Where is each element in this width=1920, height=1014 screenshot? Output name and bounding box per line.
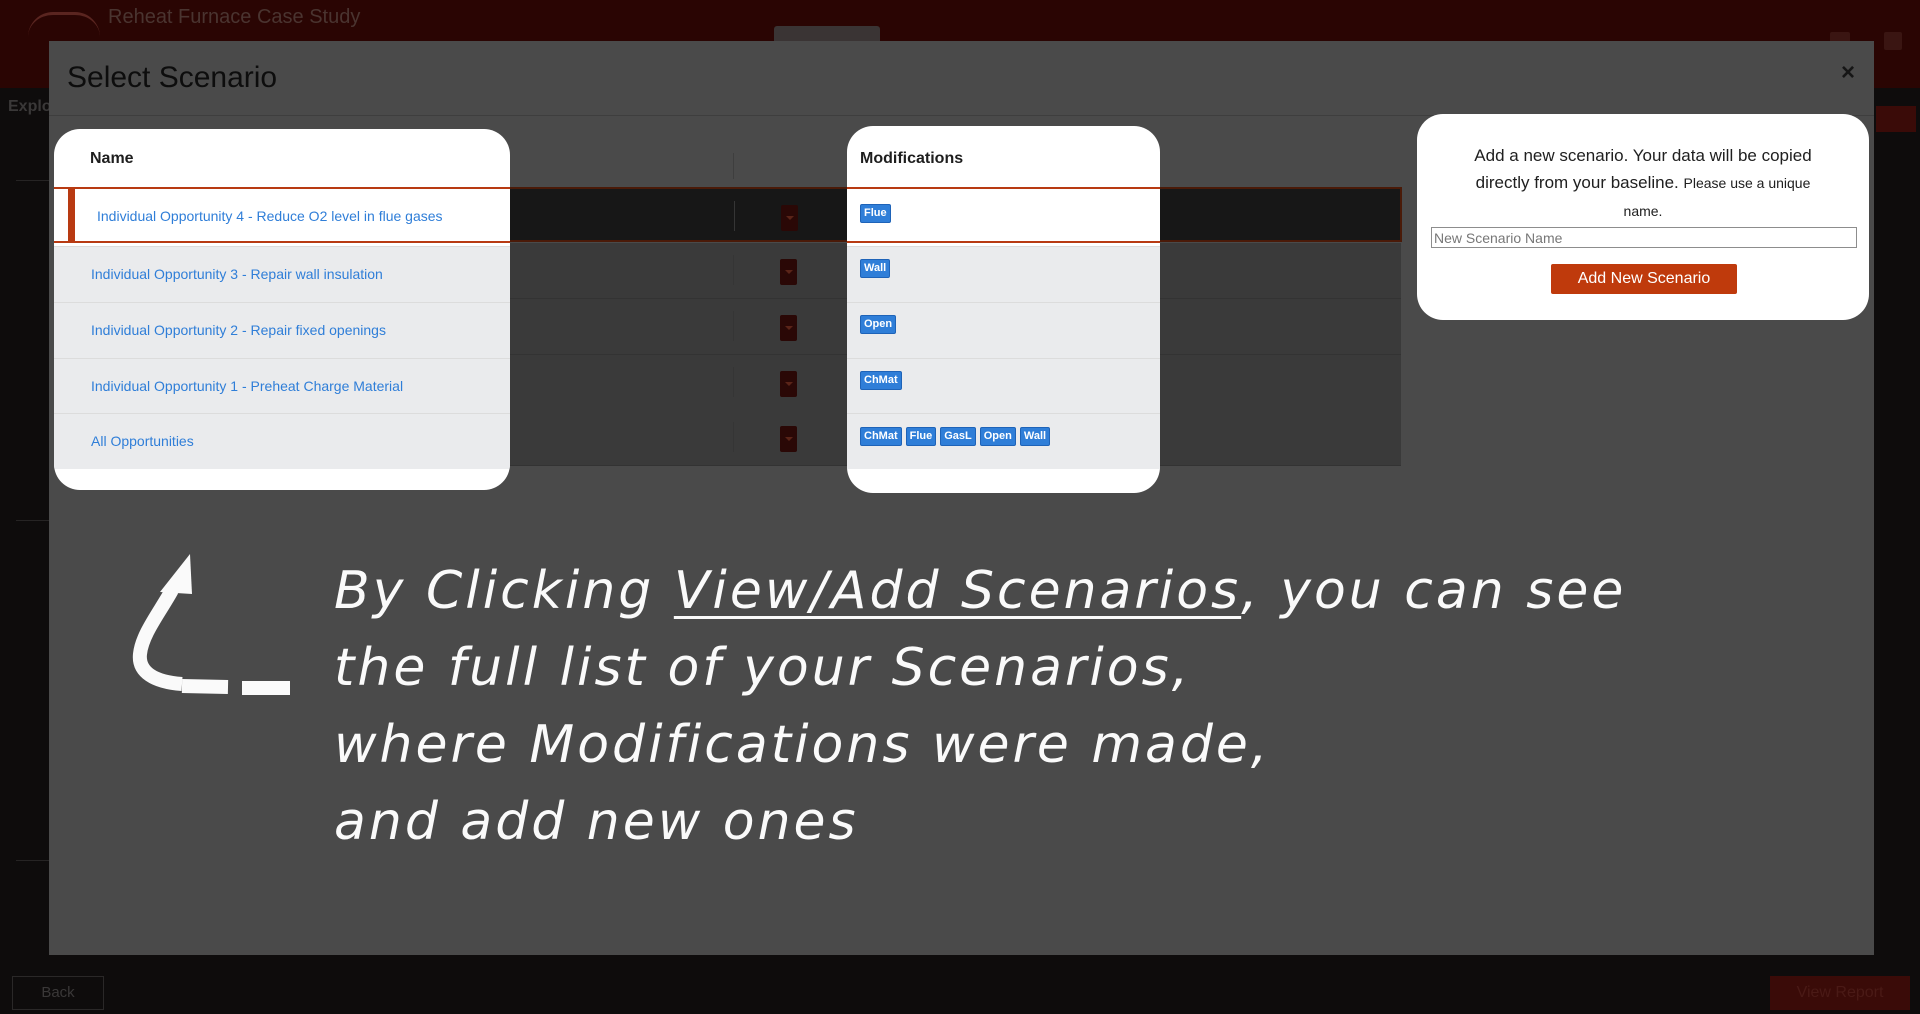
- tutorial-annotation: By Clicking View/Add Scenarios, you can …: [334, 553, 1734, 861]
- row-dropdown-icon[interactable]: [781, 205, 798, 231]
- column-divider: [733, 153, 734, 179]
- modification-badge: Wall: [1019, 427, 1051, 446]
- app-section-title: Explo: [8, 98, 52, 115]
- add-scenario-panel: Add a new scenario. Your data will be co…: [1417, 114, 1869, 320]
- close-icon[interactable]: ×: [1841, 59, 1855, 87]
- column-divider: [733, 255, 734, 285]
- annotation-link: View/Add Scenarios: [673, 561, 1242, 621]
- modification-badge: Open: [860, 315, 897, 334]
- list-item[interactable]: Individual Opportunity 1 - Preheat Charg…: [54, 358, 510, 414]
- modal-header: Select Scenario ×: [49, 41, 1874, 116]
- scenario-link[interactable]: All Opportunities: [91, 433, 194, 449]
- scenario-link[interactable]: Individual Opportunity 4 - Reduce O2 lev…: [97, 208, 443, 224]
- home-icon: [1884, 32, 1902, 50]
- list-item[interactable]: All Opportunities: [54, 413, 510, 469]
- scenario-link[interactable]: Individual Opportunity 3 - Repair wall i…: [91, 266, 383, 282]
- list-item[interactable]: Individual Opportunity 4 - Reduce O2 lev…: [54, 187, 510, 243]
- list-item: ChMat Flue GasL Open Wall: [847, 413, 1160, 469]
- modification-badge: Wall: [860, 259, 891, 278]
- scenario-link[interactable]: Individual Opportunity 1 - Preheat Charg…: [91, 378, 403, 394]
- scenario-link[interactable]: Individual Opportunity 2 - Repair fixed …: [91, 322, 386, 338]
- annotation-prefix: By Clicking: [334, 561, 674, 621]
- column-divider: [733, 367, 734, 397]
- annotation-line-1: By Clicking View/Add Scenarios, you can …: [334, 553, 1734, 630]
- list-item: Open: [847, 302, 1160, 358]
- column-divider: [733, 311, 734, 341]
- curved-arrow-icon: [132, 554, 290, 695]
- list-item[interactable]: Individual Opportunity 2 - Repair fixed …: [54, 302, 510, 358]
- app-title: Reheat Furnace Case Study: [108, 6, 361, 28]
- annotation-suffix: , you can see: [1241, 561, 1627, 621]
- modal-title: Select Scenario: [67, 61, 278, 94]
- list-item: Flue: [847, 187, 1160, 243]
- add-new-scenario-button[interactable]: Add New Scenario: [1551, 264, 1737, 294]
- modification-badge: Flue: [905, 427, 937, 446]
- list-item: ChMat: [847, 358, 1160, 414]
- modifications-column-highlight: Modifications Flue Wall Open ChMat ChMat…: [847, 126, 1160, 493]
- modification-badge: ChMat: [860, 427, 902, 446]
- name-column-header: Name: [90, 150, 134, 167]
- modification-badge: Open: [979, 427, 1016, 446]
- row-dropdown-icon[interactable]: [780, 315, 797, 341]
- row-dropdown-icon[interactable]: [780, 371, 797, 397]
- list-item[interactable]: Individual Opportunity 3 - Repair wall i…: [54, 246, 510, 302]
- new-scenario-name-input[interactable]: [1431, 227, 1857, 248]
- modification-badge: ChMat: [860, 371, 902, 390]
- add-scenario-description: Add a new scenario. Your data will be co…: [1417, 142, 1869, 225]
- column-divider: [734, 201, 735, 231]
- annotation-line-3: where Modifications were made,: [334, 715, 1271, 775]
- modifications-column-header: Modifications: [860, 150, 964, 167]
- annotation-line-4: and add new ones: [334, 792, 859, 852]
- list-item: Wall: [847, 246, 1160, 302]
- view-report-button: View Report: [1770, 976, 1910, 1010]
- row-dropdown-icon[interactable]: [780, 426, 797, 452]
- column-divider: [733, 422, 734, 452]
- selected-indicator: [68, 189, 75, 241]
- app-side-button: [1876, 106, 1916, 132]
- row-dropdown-icon[interactable]: [780, 259, 797, 285]
- modification-badge: GasL: [940, 427, 976, 446]
- name-column-highlight: Name Individual Opportunity 4 - Reduce O…: [54, 129, 510, 490]
- back-button: Back: [12, 976, 104, 1010]
- annotation-line-2: the full list of your Scenarios,: [334, 638, 1192, 698]
- modification-badge: Flue: [860, 204, 891, 223]
- app-logo-icon: [28, 12, 100, 37]
